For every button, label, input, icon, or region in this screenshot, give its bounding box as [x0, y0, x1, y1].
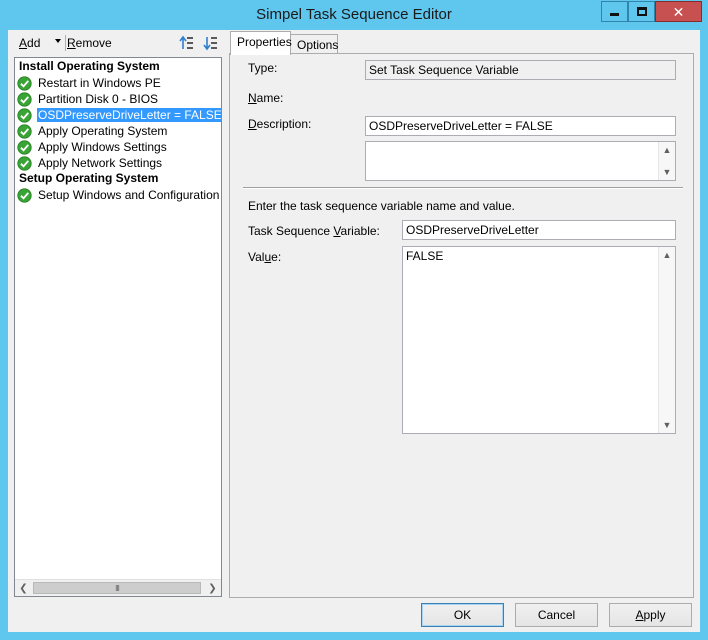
variable-label-post: ariable:: [340, 224, 380, 238]
tree-step-label: Apply Windows Settings: [38, 140, 167, 154]
type-label: Type:: [248, 61, 278, 75]
tree-step-label: Partition Disk 0 - BIOS: [38, 92, 159, 106]
variable-label-pre: Task Sequence: [248, 224, 334, 238]
move-up-icon: [179, 35, 193, 49]
add-menu-button[interactable]: Add: [19, 36, 40, 50]
cancel-button[interactable]: Cancel: [515, 603, 598, 627]
properties-panel: Type: Set Task Sequence Variable Name: O…: [229, 53, 694, 598]
success-check-icon: [17, 75, 32, 91]
tree-step[interactable]: Partition Disk 0 - BIOS: [17, 91, 159, 107]
tree-content: Install Operating System Restart in Wind…: [15, 58, 221, 579]
minimize-button[interactable]: [601, 1, 628, 22]
apply-accelerator: A: [635, 608, 644, 622]
value-field[interactable]: FALSE ▲ ▼: [402, 246, 676, 434]
success-check-icon: [17, 139, 32, 155]
remove-button[interactable]: Remove: [67, 36, 112, 50]
name-label-accelerator: N: [248, 91, 257, 105]
add-dropdown-caret-icon[interactable]: [55, 39, 61, 43]
move-up-button[interactable]: [178, 34, 196, 52]
add-accelerator: A: [19, 36, 28, 50]
scroll-right-icon[interactable]: ❯: [204, 580, 221, 596]
tree-step-selected[interactable]: OSDPreserveDriveLetter = FALSE: [17, 107, 221, 123]
maximize-icon: [636, 7, 647, 16]
task-sequence-tree[interactable]: Install Operating System Restart in Wind…: [14, 57, 222, 597]
tree-step-label: Apply Network Settings: [38, 156, 163, 170]
tree-step[interactable]: Restart in Windows PE: [17, 75, 162, 91]
tree-step-label: Setup Windows and Configuration Mar: [38, 188, 221, 202]
tree-toolbar: Add Remove: [8, 30, 228, 56]
maximize-button[interactable]: [628, 1, 655, 22]
editor-window: Simpel Task Sequence Editor ✕ Add Remove: [0, 0, 708, 640]
success-check-icon: [17, 91, 32, 107]
tab-options[interactable]: Options: [290, 34, 338, 54]
instruction-text: Enter the task sequence variable name an…: [248, 199, 515, 213]
name-field[interactable]: OSDPreserveDriveLetter = FALSE: [365, 116, 676, 136]
type-value: Set Task Sequence Variable: [365, 60, 676, 80]
tree-group[interactable]: Setup Operating System: [19, 171, 158, 185]
close-icon: ✕: [672, 3, 685, 20]
ok-button[interactable]: OK: [421, 603, 504, 627]
description-label: Description:: [248, 117, 311, 131]
tree-step[interactable]: Apply Windows Settings: [17, 139, 168, 155]
description-scrollbar[interactable]: ▲ ▼: [658, 142, 675, 180]
value-text: FALSE: [406, 249, 444, 263]
client-area: Add Remove Install Operating System Rest…: [8, 30, 700, 632]
scroll-down-icon[interactable]: ▼: [659, 164, 675, 180]
tree-group[interactable]: Install Operating System: [19, 59, 160, 73]
description-label-text: escription:: [256, 117, 312, 131]
description-field[interactable]: ▲ ▼: [365, 141, 676, 181]
minimize-icon: [610, 13, 619, 16]
value-label-post: e:: [271, 250, 282, 264]
move-down-button[interactable]: [202, 34, 220, 52]
success-check-icon: [17, 123, 32, 139]
success-check-icon: [17, 107, 32, 123]
tree-step-label: Restart in Windows PE: [38, 76, 161, 90]
variable-field[interactable]: OSDPreserveDriveLetter: [402, 220, 676, 240]
tree-step[interactable]: Apply Network Settings: [17, 155, 163, 171]
toolbar-separator: [65, 35, 66, 51]
value-label: Value:: [248, 250, 281, 264]
section-divider: [243, 187, 683, 189]
remove-accelerator: R: [67, 36, 76, 50]
apply-label: pply: [643, 608, 666, 622]
title-bar[interactable]: Simpel Task Sequence Editor ✕: [0, 0, 708, 30]
tree-step-label: Apply Operating System: [38, 124, 168, 138]
move-down-icon: [203, 37, 217, 51]
add-label: dd: [27, 36, 41, 50]
apply-button[interactable]: Apply: [609, 603, 692, 627]
name-label: Name:: [248, 91, 283, 105]
tree-step[interactable]: Setup Windows and Configuration Mar: [17, 187, 221, 203]
scroll-thumb[interactable]: III: [33, 582, 201, 594]
value-label-pre: Val: [248, 250, 265, 264]
scroll-up-icon[interactable]: ▲: [659, 142, 675, 158]
scroll-down-icon[interactable]: ▼: [659, 417, 675, 433]
tree-step-label: OSDPreserveDriveLetter = FALSE: [36, 107, 221, 123]
tree-horizontal-scrollbar[interactable]: ❮ III ❯: [15, 579, 221, 596]
tab-properties[interactable]: Properties: [230, 31, 292, 55]
variable-label: Task Sequence Variable:: [248, 224, 380, 238]
success-check-icon: [17, 187, 32, 203]
description-label-accelerator: D: [248, 117, 257, 131]
remove-label: emove: [75, 36, 112, 50]
scroll-up-icon[interactable]: ▲: [659, 247, 675, 263]
variable-label-accelerator: V: [333, 224, 341, 238]
panel-splitter[interactable]: [224, 30, 228, 597]
value-scrollbar[interactable]: ▲ ▼: [658, 247, 675, 433]
scroll-left-icon[interactable]: ❮: [15, 580, 32, 596]
close-button[interactable]: ✕: [655, 1, 702, 22]
name-label-text: ame:: [256, 91, 284, 105]
tree-step[interactable]: Apply Operating System: [17, 123, 168, 139]
success-check-icon: [17, 155, 32, 171]
